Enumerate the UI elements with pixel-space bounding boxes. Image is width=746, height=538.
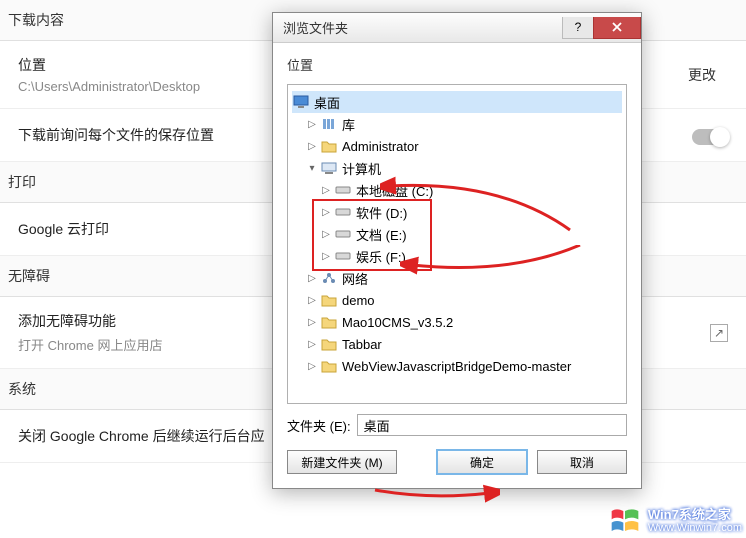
computer-icon [320, 160, 338, 176]
tree-webview[interactable]: ▷ WebViewJavascriptBridgeDemo-master [292, 355, 622, 377]
ask-location-toggle[interactable] [692, 129, 728, 145]
tree-admin[interactable]: ▷ Administrator [292, 135, 622, 157]
folder-field-label: 文件夹 (E): [287, 416, 351, 435]
dialog-title: 浏览文件夹 [283, 18, 563, 37]
watermark-line1: Win7系统之家 [648, 507, 742, 523]
tree-drive-c[interactable]: ▷ 本地磁盘 (C:) [292, 179, 622, 201]
watermark-line2: Www.Winwin7.com [648, 522, 742, 535]
tree-mao[interactable]: ▷ Mao10CMS_v3.5.2 [292, 311, 622, 333]
folder-icon [320, 336, 338, 352]
expand-icon[interactable]: ▷ [320, 206, 332, 218]
folder-tree[interactable]: 桌面 ▷ 库 ▷ Administrator ▾ 计算机 ▷ 本地磁盘 (C:) [287, 84, 627, 404]
help-button[interactable]: ? [562, 17, 594, 39]
folder-icon [320, 292, 338, 308]
drive-icon [334, 248, 352, 264]
expand-icon[interactable]: ▷ [306, 272, 318, 284]
expand-icon[interactable]: ▷ [320, 228, 332, 240]
collapse-icon[interactable]: ▾ [306, 162, 318, 174]
expand-icon[interactable]: ▷ [306, 294, 318, 306]
tree-demo[interactable]: ▷ demo [292, 289, 622, 311]
windows-logo-icon [608, 506, 642, 536]
expand-icon[interactable]: ▷ [306, 360, 318, 372]
tree-network[interactable]: ▷ 网络 [292, 267, 622, 289]
ok-button[interactable]: 确定 [437, 450, 527, 474]
tree-drive-e[interactable]: ▷ 文档 (E:) [292, 223, 622, 245]
drive-icon [334, 182, 352, 198]
expand-icon[interactable]: ▷ [320, 250, 332, 262]
close-button[interactable] [593, 17, 641, 39]
drive-icon [334, 226, 352, 242]
library-icon [320, 116, 338, 132]
watermark: Win7系统之家 Www.Winwin7.com [608, 506, 742, 536]
tree-drive-d[interactable]: ▷ 软件 (D:) [292, 201, 622, 223]
expand-icon[interactable]: ▷ [306, 338, 318, 350]
tree-drive-f[interactable]: ▷ 娱乐 (F:) [292, 245, 622, 267]
change-button[interactable]: 更改 [676, 59, 728, 91]
expand-icon[interactable]: ▷ [306, 140, 318, 152]
folder-icon [320, 358, 338, 374]
tree-computer[interactable]: ▾ 计算机 [292, 157, 622, 179]
folder-name-input[interactable] [357, 414, 627, 436]
dialog-titlebar[interactable]: 浏览文件夹 ? [273, 13, 641, 43]
tree-tabbar[interactable]: ▷ Tabbar [292, 333, 622, 355]
tree-library[interactable]: ▷ 库 [292, 113, 622, 135]
expand-icon[interactable]: ▷ [306, 316, 318, 328]
cancel-button[interactable]: 取消 [537, 450, 627, 474]
expand-icon[interactable]: ▷ [320, 184, 332, 196]
folder-icon [320, 314, 338, 330]
folder-icon [320, 138, 338, 154]
desktop-icon [292, 94, 310, 110]
external-link-icon: ↗ [710, 324, 728, 342]
browse-folder-dialog: 浏览文件夹 ? 位置 桌面 ▷ 库 ▷ Administrator [272, 12, 642, 489]
dialog-heading: 位置 [287, 55, 627, 74]
drive-icon [334, 204, 352, 220]
tree-desktop[interactable]: 桌面 [292, 91, 622, 113]
expand-icon[interactable]: ▷ [306, 118, 318, 130]
network-icon [320, 270, 338, 286]
new-folder-button[interactable]: 新建文件夹 (M) [287, 450, 397, 474]
